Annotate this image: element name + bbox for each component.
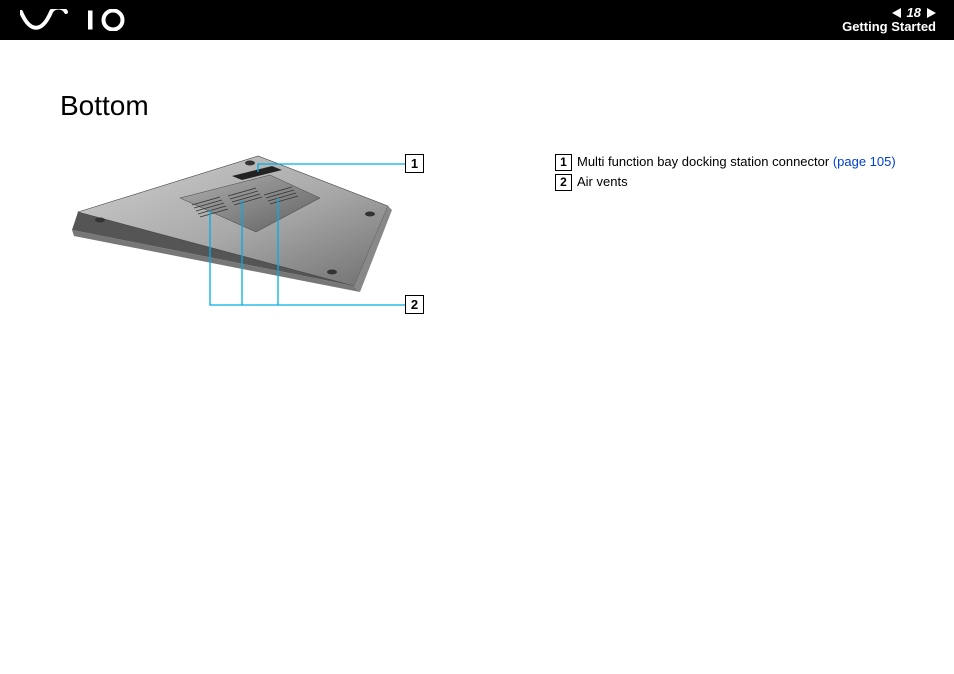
prev-page-icon[interactable] [892, 8, 901, 18]
header-nav: 18 Getting Started [842, 6, 936, 35]
laptop-bottom-illustration: 1 2 [60, 150, 460, 350]
callout-label-2: 2 [405, 295, 424, 314]
page-ref-link[interactable]: (page 105) [833, 154, 896, 169]
page-number: 18 [907, 6, 921, 20]
legend-text-2: Air vents [577, 172, 628, 192]
legend-text-1: Multi function bay docking station conne… [577, 154, 833, 169]
legend-item-2: 2 Air vents [555, 172, 896, 192]
legend-marker-2: 2 [555, 174, 572, 191]
page-content: Bottom [0, 40, 954, 350]
page-title: Bottom [60, 90, 904, 122]
next-page-icon[interactable] [927, 8, 936, 18]
legend: 1 Multi function bay docking station con… [555, 152, 896, 192]
callout-label-1: 1 [405, 154, 424, 173]
header-bar: 18 Getting Started [0, 0, 954, 40]
legend-marker-1: 1 [555, 154, 572, 171]
legend-item-1: 1 Multi function bay docking station con… [555, 152, 896, 172]
section-name: Getting Started [842, 20, 936, 34]
vaio-logo [20, 9, 130, 31]
